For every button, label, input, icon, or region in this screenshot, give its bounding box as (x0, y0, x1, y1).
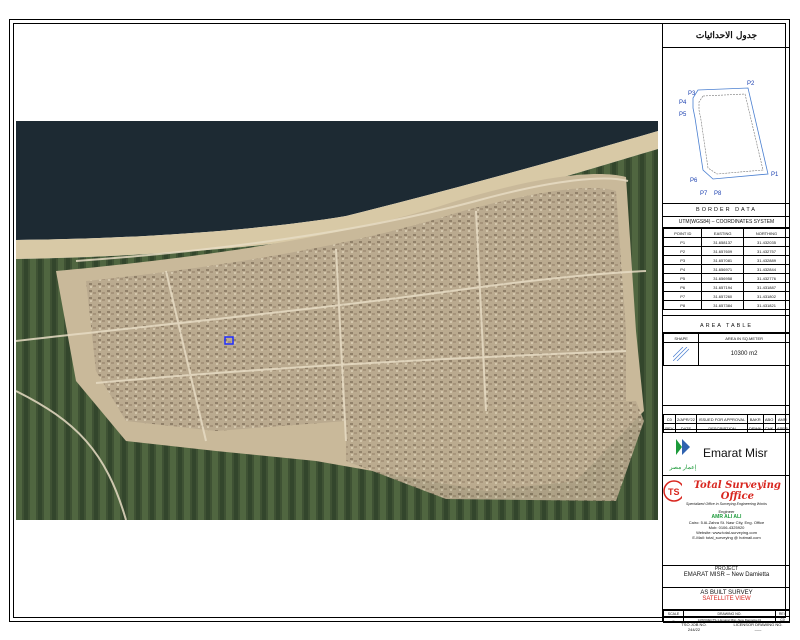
table-row: P3 31.657081 31.432889 (662, 255, 791, 265)
table-row: P1 31.658137 31.432035 (662, 237, 791, 247)
site-sketch: P2 P1 P3 P4 P5 P6 P7 P8 (663, 48, 790, 204)
sketch-label-p5: P5 (679, 112, 687, 118)
tso-logo-icon: TS (663, 480, 682, 502)
job-strip: TSO JOB NO. 244/22 LICENSOR DRAWING NO. … (662, 622, 790, 636)
table-row: P7 31.657260 31.431802 (662, 291, 791, 301)
drawing-title-block: AS BUILT SURVEY SATELLITE VIEW (663, 588, 790, 610)
area-table-header: AREA TABLE (663, 320, 790, 333)
office-name: Total Surveying Office (693, 480, 781, 502)
licensor-drawing-number: ––– (754, 627, 762, 632)
sketch-label-p4: P4 (679, 100, 687, 106)
client-logo: إعمار مصر (663, 435, 703, 471)
client-logo-text: إعمار مصر (669, 464, 697, 471)
footer-block: SCALE DRAWING NO. REV – 3-PROJECTS-1-Ema… (662, 610, 791, 623)
revision-block: C0 2/APR/'22 ISSUED FOR APPROVAL BAKR AB… (663, 406, 791, 433)
coordinates-table: POINT ID EASTING NORTHING P1 31.658137 31.… (662, 228, 791, 310)
office-tagline: Specialized Office in Surveying Engineer… (686, 502, 767, 506)
area-value: 10300 m2 (698, 342, 790, 366)
table-row: P4 31.656971 31.432844 (662, 264, 791, 274)
col-area: AREA IN SQ.METER (698, 333, 790, 343)
office-header: TS Total Surveying Office (663, 480, 790, 502)
sketch-label-p6: P6 (690, 178, 698, 184)
coordinate-system: UTM(WGS84) – COORDINATES SYSTEM (663, 217, 790, 228)
hatch-swatch (672, 346, 690, 361)
sketch-label-p1: P1 (771, 172, 779, 178)
sketch-label-p8: P8 (714, 191, 722, 197)
office-block: TS Total Surveying Office Specialized Of… (663, 476, 790, 566)
tso-job-number: 244/22 (687, 627, 701, 632)
table-row: P5 31.656958 31.432776 (662, 273, 791, 283)
table-row: P6 31.657194 31.431887 (662, 282, 791, 292)
site-plan-sketch: P2 P1 P3 P4 P5 P6 P7 P8 (679, 81, 779, 197)
sketch-label-p2: P2 (747, 81, 755, 87)
border-data-header: BORDER DATA (663, 204, 790, 217)
col-easting: EASTING (701, 228, 744, 238)
sketch-label-p7: P7 (700, 191, 708, 197)
office-email[interactable]: E-Mail: total_surveying @ hotmail.com (663, 535, 790, 540)
area-table-section: AREA TABLE SHAPE AREA IN SQ.METER 10300 … (662, 316, 790, 406)
col-point-id: POINT ID (662, 228, 703, 238)
border-data-section: BORDER DATA UTM(WGS84) – COORDINATES SYS… (662, 204, 791, 316)
coord-table-title: جدول الاحداثيات (663, 24, 790, 48)
shape-hatch (662, 342, 700, 366)
svg-text:TS: TS (668, 487, 680, 497)
title-block-panel: جدول الاحداثيات P2 P1 P3 P4 P5 P6 P7 P8 … (662, 24, 791, 623)
emarat-misr-logo-icon (676, 438, 690, 455)
project-name: EMARAT MISR – New Damietta (683, 572, 770, 578)
col-northing: NORTHING (742, 228, 791, 238)
area-table: SHAPE AREA IN SQ.METER 10300 m2 (662, 333, 790, 366)
project-block: PROJECT EMARAT MISR – New Damietta (663, 566, 790, 588)
client-name: Emarat Misr (703, 445, 768, 460)
client-block: إعمار مصر Emarat Misr (663, 430, 790, 476)
table-row: P2 31.657609 31.432757 (662, 246, 791, 256)
table-row: P8 31.657384 31.431821 (662, 300, 791, 310)
satellite-image (16, 121, 658, 520)
drawing-subtitle: SATELLITE VIEW (702, 596, 751, 602)
sketch-label-p3: P3 (688, 91, 696, 97)
satellite-map[interactable] (16, 121, 658, 520)
col-shape: SHAPE (662, 333, 700, 343)
